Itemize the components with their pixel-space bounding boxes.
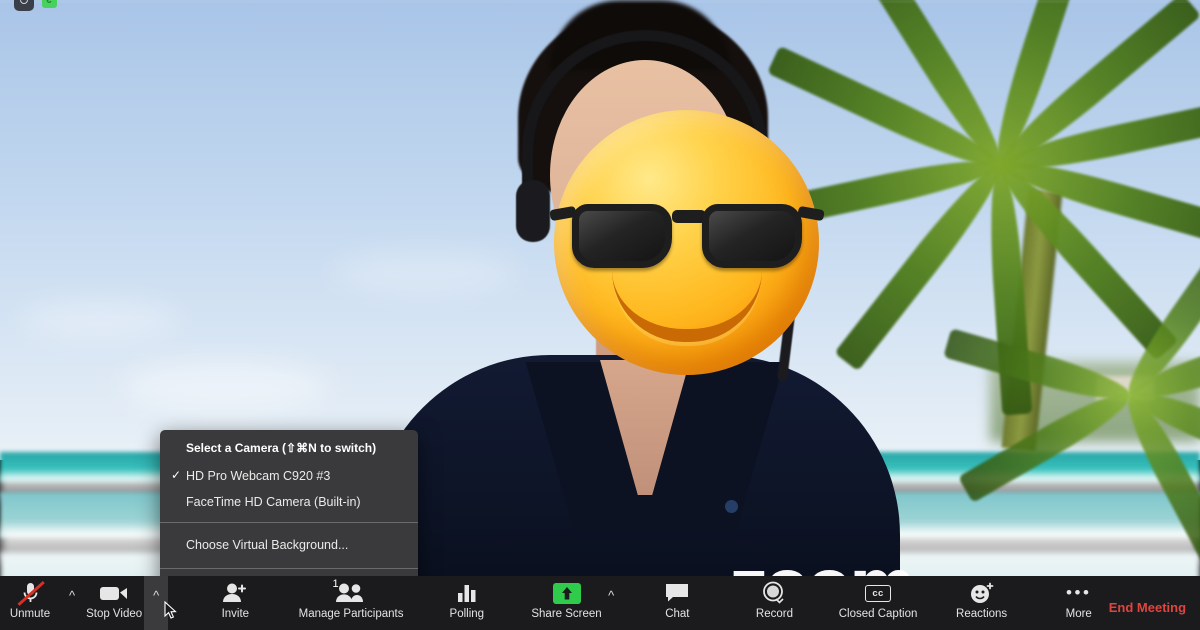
cc-glyph: cc <box>865 584 892 602</box>
headset-earcup <box>516 180 550 242</box>
toolbar-label: Closed Caption <box>838 608 918 620</box>
sunglasses-icon <box>549 196 825 274</box>
toolbar-button-record[interactable]: Record <box>744 576 804 630</box>
sunglasses-lens <box>702 204 802 268</box>
end-meeting-button[interactable]: End Meeting <box>1109 600 1200 615</box>
toolbar-label: More <box>1065 608 1092 620</box>
ellipsis-icon: ••• <box>1066 581 1091 605</box>
record-circle-icon <box>761 581 787 605</box>
sunglasses-emoji-overlay <box>549 110 825 375</box>
sunglasses-bridge <box>672 210 706 223</box>
menu-divider <box>160 568 418 569</box>
toolbar-button-stop-video[interactable]: Stop Video <box>84 576 144 630</box>
share-options-chevron-icon[interactable]: ^ <box>599 576 623 630</box>
ellipsis-glyph: ••• <box>1066 583 1092 602</box>
bar-chart-icon <box>455 581 479 605</box>
audio-options-chevron-icon[interactable]: ^ <box>60 576 84 630</box>
add-person-icon <box>221 581 249 605</box>
toolbar-button-unmute[interactable]: Unmute <box>0 576 60 630</box>
toolbar-button-chat[interactable]: Chat <box>647 576 707 630</box>
toolbar-label: Record <box>755 608 793 620</box>
menu-item-label: HD Pro Webcam C920 #3 <box>186 469 331 483</box>
toolbar-button-share-screen[interactable]: Share Screen <box>531 576 602 630</box>
cloud <box>20 300 180 340</box>
toolbar-label: Polling <box>449 608 485 620</box>
zoom-meeting-window: zoom € Select a Camera (⇧⌘N to switch) ✓… <box>0 0 1200 630</box>
people-icon: 1 <box>332 578 367 605</box>
toolbar-button-closed-caption[interactable]: cc Closed Caption <box>838 576 918 630</box>
toolbar-button-manage-participants[interactable]: 1 Manage Participants <box>299 576 404 630</box>
meeting-toolbar: Unmute ^ Stop Video ^ Invite 1 Manage Pa… <box>0 576 1200 630</box>
toolbar-label: Invite <box>221 608 250 620</box>
toolbar-label: Share Screen <box>531 608 602 620</box>
toolbar-label: Reactions <box>956 608 1008 620</box>
toolbar-label: Stop Video <box>86 608 143 620</box>
mouse-cursor <box>164 600 177 620</box>
toolbar-label: Manage Participants <box>298 608 404 620</box>
cloud <box>120 360 330 412</box>
menu-item-label: FaceTime HD Camera (Built-in) <box>186 495 361 509</box>
toolbar-button-polling[interactable]: Polling <box>437 576 497 630</box>
shirt-button <box>725 500 738 513</box>
speech-bubble-icon <box>664 581 690 605</box>
toolbar-button-more[interactable]: ••• More <box>1049 576 1109 630</box>
menu-header: Select a Camera (⇧⌘N to switch) <box>186 441 377 455</box>
palm-tree-secondary <box>943 230 1200 570</box>
toolbar-label: Chat <box>665 608 690 620</box>
toolbar-label: Unmute <box>9 608 51 620</box>
smiley-plus-icon <box>969 581 995 605</box>
menu-divider <box>160 522 418 523</box>
window-top-edge <box>0 0 1200 3</box>
participant-count-badge: 1 <box>332 578 339 590</box>
menu-item-camera-facetime-hd[interactable]: FaceTime HD Camera (Built-in) <box>160 489 418 515</box>
share-up-arrow-icon <box>552 581 581 605</box>
toolbar-button-reactions[interactable]: Reactions <box>952 576 1012 630</box>
microphone-muted-icon <box>17 580 45 606</box>
menu-item-label: Choose Virtual Background... <box>186 538 349 552</box>
menu-item-camera-hd-pro-webcam[interactable]: ✓ HD Pro Webcam C920 #3 <box>160 463 418 489</box>
checkmark-icon: ✓ <box>171 468 182 482</box>
cc-icon: cc <box>865 581 892 605</box>
menu-item-choose-virtual-background[interactable]: Choose Virtual Background... <box>160 530 418 561</box>
toolbar-button-invite[interactable]: Invite <box>205 576 265 630</box>
sunglasses-lens <box>572 204 672 268</box>
menubar-green-app-icon[interactable]: € <box>42 0 57 8</box>
video-camera-icon <box>99 581 129 605</box>
